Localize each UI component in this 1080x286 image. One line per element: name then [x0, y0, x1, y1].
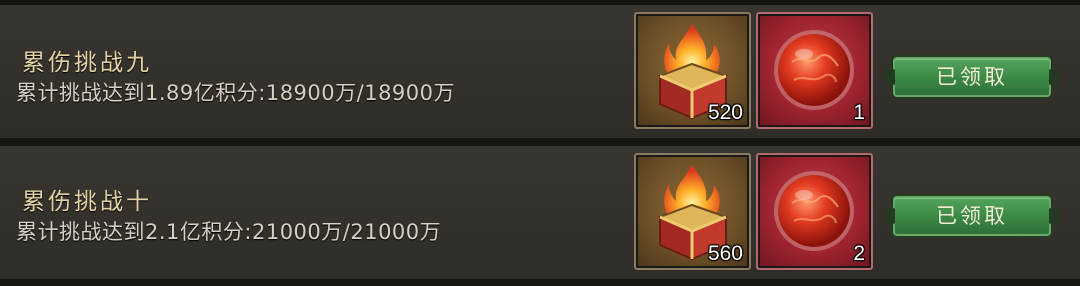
reward-quantity: 520 — [707, 101, 743, 124]
reward-slot-flame-chest[interactable]: 520 — [634, 12, 751, 129]
task-list: 累伤挑战九 累计挑战达到1.89亿积分:18900万/18900万 520 1 … — [0, 0, 1080, 286]
reward-quantity: 1 — [853, 101, 865, 124]
reward-quantity: 560 — [707, 242, 743, 265]
reward-quantity: 2 — [853, 242, 865, 265]
reward-slot-red-orb[interactable]: 1 — [756, 12, 873, 129]
task-title: 累伤挑战十 — [22, 189, 152, 215]
reward-slot-red-orb[interactable]: 2 — [756, 153, 873, 270]
claimed-button[interactable]: 已领取 — [885, 57, 1059, 97]
reward-slot-flame-chest[interactable]: 560 — [634, 153, 751, 270]
task-row: 累伤挑战十 累计挑战达到2.1亿积分:21000万/21000万 560 2 已… — [0, 146, 1080, 281]
claimed-button[interactable]: 已领取 — [885, 196, 1059, 236]
task-title: 累伤挑战九 — [22, 50, 152, 76]
task-row: 累伤挑战九 累计挑战达到1.89亿积分:18900万/18900万 520 1 … — [0, 5, 1080, 140]
task-description: 累计挑战达到2.1亿积分:21000万/21000万 — [16, 220, 442, 244]
task-description: 累计挑战达到1.89亿积分:18900万/18900万 — [16, 81, 456, 105]
